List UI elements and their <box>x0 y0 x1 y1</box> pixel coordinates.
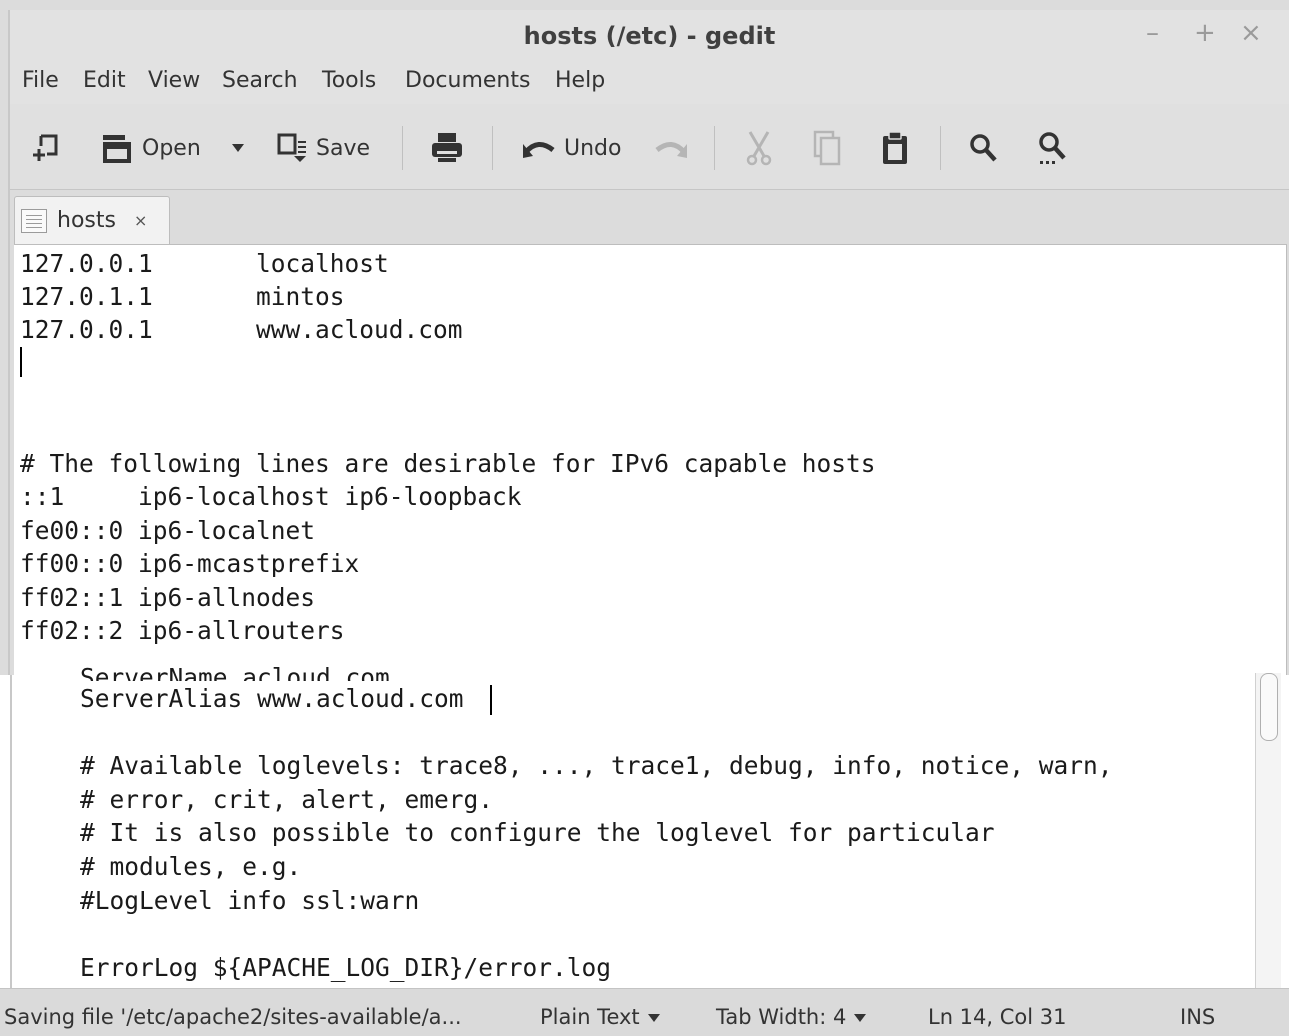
editor-line: ErrorLog ${APACHE_LOG_DIR}/error.log <box>80 953 612 982</box>
editor-line: #LogLevel info ssl:warn <box>80 886 420 915</box>
toolbar-separator <box>402 126 403 170</box>
editor-line: ::1 ip6-localhost ip6-loopback <box>20 482 522 511</box>
text-cursor <box>490 685 492 715</box>
save-label: Save <box>316 135 371 161</box>
close-window-button[interactable]: × <box>1240 18 1262 48</box>
undo-icon <box>523 142 555 158</box>
menu-search[interactable]: Search <box>222 68 298 93</box>
toolbar: Open Save Undo <box>10 104 1289 190</box>
replace-button[interactable] <box>1036 128 1068 168</box>
status-bar: Saving file '/etc/apache2/sites-availabl… <box>0 988 1289 1036</box>
insert-mode-indicator: INS <box>1180 1005 1216 1029</box>
document-tab-bar: hosts × <box>10 190 1289 244</box>
language-selector[interactable]: Plain Text <box>540 1005 660 1029</box>
cut-icon <box>746 131 772 166</box>
partial-line-clip: ServerName acloud.com <box>80 661 390 681</box>
search-button[interactable] <box>968 128 998 168</box>
save-icon <box>277 133 306 162</box>
tab-width-selector[interactable]: Tab Width: 4 <box>716 1005 867 1029</box>
new-document-button[interactable] <box>32 128 62 168</box>
save-button[interactable]: Save <box>276 128 370 168</box>
toolbar-separator <box>940 126 941 170</box>
new-document-icon <box>33 134 58 161</box>
redo-icon <box>655 142 687 158</box>
menu-documents[interactable]: Documents <box>405 68 530 93</box>
maximize-button[interactable]: + <box>1194 18 1216 48</box>
print-button[interactable] <box>430 128 464 168</box>
copy-icon <box>813 130 841 166</box>
menu-bar: File Edit View Search Tools Documents He… <box>10 60 1289 104</box>
editor-line: # error, crit, alert, emerg. <box>80 785 494 814</box>
minimize-button[interactable]: – <box>1146 18 1159 48</box>
editor-line: 127.0.0.1 www.acloud.com <box>20 315 463 344</box>
toolbar-separator <box>714 126 715 170</box>
hosts-text-editor[interactable]: 127.0.0.1 localhost 127.0.1.1 mintos 127… <box>14 244 1287 675</box>
cursor-position: Ln 14, Col 31 <box>928 1005 1067 1029</box>
scrollbar-thumb[interactable] <box>1260 673 1278 741</box>
undo-label: Undo <box>564 135 622 161</box>
redo-button[interactable] <box>654 128 688 168</box>
editor-line: # It is also possible to configure the l… <box>80 818 995 847</box>
paste-icon <box>883 131 907 164</box>
chevron-down-icon <box>854 1014 867 1022</box>
open-icon <box>103 135 131 163</box>
toolbar-separator <box>492 126 493 170</box>
chevron-down-icon <box>647 1014 660 1022</box>
menu-file[interactable]: File <box>22 68 59 93</box>
open-label: Open <box>142 135 201 161</box>
editor-line: ff00::0 ip6-mcastprefix <box>20 549 360 578</box>
text-document-icon <box>21 208 47 233</box>
tab-close-icon[interactable]: × <box>134 211 147 230</box>
editor-line: fe00::0 ip6-localnet <box>20 516 316 545</box>
menu-tools[interactable]: Tools <box>322 68 376 93</box>
undo-button[interactable]: Undo <box>522 128 621 168</box>
editor-line: # modules, e.g. <box>80 852 302 881</box>
tab-label: hosts <box>57 208 116 233</box>
editor-line: # The following lines are desirable for … <box>20 449 876 478</box>
language-label: Plain Text <box>540 1005 640 1029</box>
copy-button[interactable] <box>812 128 842 168</box>
tab-hosts[interactable]: hosts × <box>14 196 170 244</box>
gedit-window: hosts (/etc) - gedit – + × File Edit Vie… <box>0 0 1289 675</box>
menu-view[interactable]: View <box>148 68 200 93</box>
apache-config-text-editor[interactable]: ServerName acloud.com ServerAlias www.ac… <box>10 663 1289 991</box>
search-icon <box>970 134 997 162</box>
editor-line: ff02::1 ip6-allnodes <box>20 583 316 612</box>
editor-line-partial: ServerName acloud.com <box>80 663 390 681</box>
cut-button[interactable] <box>744 128 774 168</box>
open-dropdown-button[interactable] <box>228 128 244 168</box>
paste-button[interactable] <box>880 128 910 168</box>
editor-line: # Available loglevels: trace8, ..., trac… <box>80 751 1113 780</box>
editor-line: ff02::2 ip6-allrouters <box>20 616 345 645</box>
tab-width-label: Tab Width: 4 <box>716 1005 847 1029</box>
editor-line: 127.0.1.1 mintos <box>20 282 345 311</box>
chevron-down-icon <box>232 144 244 152</box>
status-message: Saving file '/etc/apache2/sites-availabl… <box>4 1005 462 1029</box>
editor-line: ServerAlias www.acloud.com <box>80 684 464 713</box>
title-bar[interactable]: hosts (/etc) - gedit – + × <box>10 10 1289 60</box>
menu-help[interactable]: Help <box>555 68 605 93</box>
window-title: hosts (/etc) - gedit <box>523 22 776 50</box>
vertical-scrollbar[interactable] <box>1255 673 1281 991</box>
replace-icon <box>1039 132 1066 164</box>
text-cursor <box>20 347 22 377</box>
open-button[interactable]: Open <box>100 128 201 168</box>
menu-edit[interactable]: Edit <box>83 68 126 93</box>
print-icon <box>432 133 462 162</box>
editor-line: 127.0.0.1 localhost <box>20 249 389 278</box>
